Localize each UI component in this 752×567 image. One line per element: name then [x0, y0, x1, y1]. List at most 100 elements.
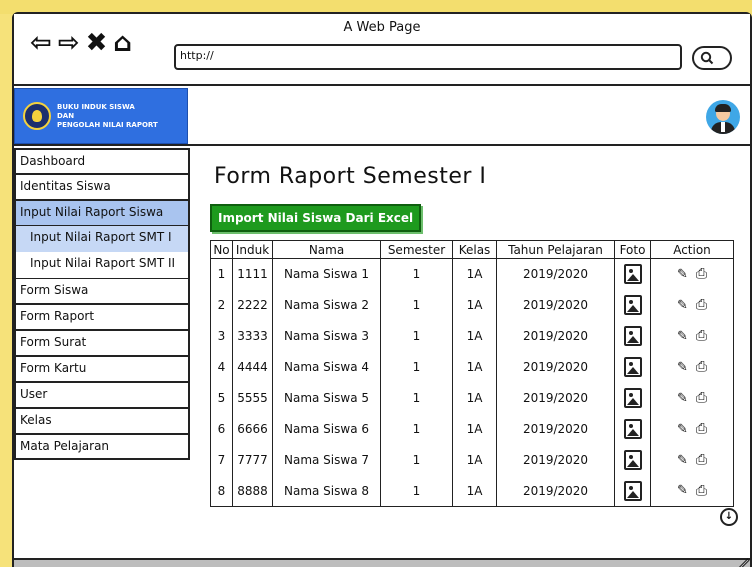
photo-icon[interactable]: [623, 264, 642, 285]
search-button[interactable]: [692, 46, 732, 70]
cell-kelas: 1A: [452, 475, 497, 507]
logo-line2: DAN: [57, 111, 75, 120]
table-row: 8 8888 Nama Siswa 8 1 1A 2019/2020 ✎ ⎙: [210, 475, 734, 507]
back-icon[interactable]: ⇦: [30, 30, 52, 56]
action-group: ✎ ⎙: [677, 359, 707, 375]
cell-induk: 4444: [232, 351, 273, 383]
cell-foto: [614, 258, 651, 290]
print-icon[interactable]: ⎙: [696, 266, 707, 282]
cell-foto: [614, 413, 651, 445]
cell-tahun: 2019/2020: [496, 382, 615, 414]
cell-action: ✎ ⎙: [650, 444, 734, 476]
cell-tahun: 2019/2020: [496, 320, 615, 352]
sidebar-item-identitas-siswa[interactable]: Identitas Siswa: [14, 174, 190, 200]
print-icon[interactable]: ⎙: [696, 297, 707, 313]
col-header-action: Action: [650, 240, 734, 259]
table-row: 5 5555 Nama Siswa 5 1 1A 2019/2020 ✎ ⎙: [210, 382, 734, 414]
print-icon[interactable]: ⎙: [696, 421, 707, 437]
cell-no: 5: [210, 382, 233, 414]
sidebar-item-dashboard[interactable]: Dashboard: [14, 148, 190, 174]
cell-action: ✎ ⎙: [650, 351, 734, 383]
photo-icon[interactable]: [623, 450, 642, 470]
sidebar-item-mata-pelajaran[interactable]: Mata Pelajaran: [14, 434, 190, 460]
sidebar-item-form-surat[interactable]: Form Surat: [14, 330, 190, 356]
photo-icon[interactable]: [623, 326, 642, 346]
cell-foto: [614, 475, 651, 507]
cell-semester: 1: [380, 444, 453, 476]
sidebar-item-kelas[interactable]: Kelas: [14, 408, 190, 434]
edit-icon[interactable]: ✎: [677, 267, 688, 282]
app-logo[interactable]: BUKU INDUK SISWA DAN PENGOLAH NILAI RAPO…: [14, 88, 188, 144]
cell-tahun: 2019/2020: [496, 475, 615, 507]
cell-foto: [614, 320, 651, 352]
edit-icon[interactable]: ✎: [677, 483, 688, 498]
cell-kelas: 1A: [452, 382, 497, 414]
photo-icon[interactable]: [623, 480, 642, 501]
action-group: ✎ ⎙: [677, 452, 707, 468]
cell-kelas: 1A: [452, 320, 497, 352]
sidebar-subitem-smt-2[interactable]: Input Nilai Raport SMT II: [14, 252, 190, 278]
col-header-foto: Foto: [614, 240, 651, 259]
action-group: ✎ ⎙: [677, 483, 707, 499]
status-bar: ‖: [14, 556, 752, 567]
print-icon[interactable]: ⎙: [696, 483, 707, 499]
print-icon[interactable]: ⎙: [696, 452, 707, 468]
stop-icon[interactable]: ✖: [86, 30, 108, 56]
sidebar-subitem-smt-1[interactable]: Input Nilai Raport SMT I: [14, 226, 190, 252]
photo-icon[interactable]: [623, 388, 642, 408]
sidebar-item-form-raport[interactable]: Form Raport: [14, 304, 190, 330]
cell-foto: [614, 289, 651, 321]
cell-induk: 3333: [232, 320, 273, 352]
edit-icon[interactable]: ✎: [677, 298, 688, 313]
print-icon[interactable]: ⎙: [696, 328, 707, 344]
edit-icon[interactable]: ✎: [677, 329, 688, 344]
cell-foto: [614, 382, 651, 414]
cell-semester: 1: [380, 351, 453, 383]
raport-table: No Induk Nama Semester Kelas Tahun Pelaj…: [210, 240, 734, 507]
action-group: ✎ ⎙: [677, 421, 707, 437]
app-header: BUKU INDUK SISWA DAN PENGOLAH NILAI RAPO…: [14, 86, 750, 146]
cell-kelas: 1A: [452, 258, 497, 290]
sidebar-item-user[interactable]: User: [14, 382, 190, 408]
browser-titlebar: A Web Page ⇦ ⇨ ✖ ⌂ http://: [14, 14, 750, 86]
cell-semester: 1: [380, 258, 453, 290]
col-header-kelas: Kelas: [452, 240, 497, 259]
edit-icon[interactable]: ✎: [677, 360, 688, 375]
col-header-induk: Induk: [232, 240, 273, 259]
cell-tahun: 2019/2020: [496, 413, 615, 445]
cell-nama: Nama Siswa 3: [272, 320, 381, 352]
forward-icon[interactable]: ⇨: [58, 30, 80, 56]
action-group: ✎ ⎙: [677, 266, 707, 282]
table-row: 7 7777 Nama Siswa 7 1 1A 2019/2020 ✎ ⎙: [210, 444, 734, 476]
photo-icon[interactable]: [623, 357, 642, 377]
print-icon[interactable]: ⎙: [696, 390, 707, 406]
import-excel-button[interactable]: Import Nilai Siswa Dari Excel: [210, 204, 422, 232]
photo-icon[interactable]: [623, 295, 642, 315]
sidebar-item-input-nilai-raport-siswa[interactable]: Input Nilai Raport Siswa: [14, 200, 190, 226]
sidebar-item-form-siswa[interactable]: Form Siswa: [14, 278, 190, 304]
user-avatar[interactable]: [706, 100, 740, 134]
cell-no: 6: [210, 413, 233, 445]
edit-icon[interactable]: ✎: [677, 453, 688, 468]
browser-nav: ⇦ ⇨ ✖ ⌂: [30, 30, 132, 56]
cell-kelas: 1A: [452, 289, 497, 321]
cell-action: ✎ ⎙: [650, 289, 734, 321]
avatar-hair: [715, 104, 731, 112]
sidebar: Dashboard Identitas Siswa Input Nilai Ra…: [14, 148, 190, 460]
cell-tahun: 2019/2020: [496, 258, 615, 290]
cell-nama: Nama Siswa 6: [272, 413, 381, 445]
cell-induk: 5555: [232, 382, 273, 414]
sidebar-item-form-kartu[interactable]: Form Kartu: [14, 356, 190, 382]
table-row: 2 2222 Nama Siswa 2 1 1A 2019/2020 ✎ ⎙: [210, 289, 734, 321]
scroll-down-icon[interactable]: ↓: [720, 508, 738, 526]
home-icon[interactable]: ⌂: [113, 30, 132, 56]
school-emblem-icon: [23, 102, 51, 130]
photo-icon[interactable]: [623, 419, 642, 439]
url-input[interactable]: http://: [174, 44, 682, 70]
edit-icon[interactable]: ✎: [677, 422, 688, 437]
col-header-semester: Semester: [380, 240, 453, 259]
resize-grip-icon[interactable]: ‖: [738, 556, 752, 567]
cell-induk: 8888: [232, 475, 273, 507]
edit-icon[interactable]: ✎: [677, 391, 688, 406]
print-icon[interactable]: ⎙: [696, 359, 707, 375]
